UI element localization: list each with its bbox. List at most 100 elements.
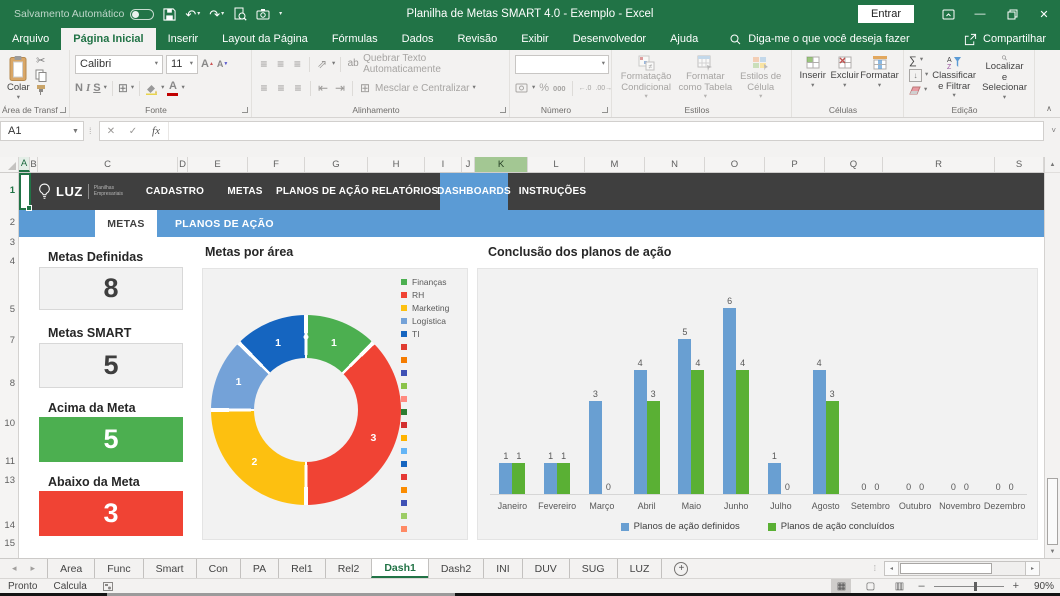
insert-function-button[interactable]: fx	[144, 125, 168, 137]
save-button[interactable]	[163, 8, 176, 21]
conditional-formatting-button[interactable]: ≠ Formatação Condicional▾	[617, 54, 675, 102]
formula-input[interactable]	[168, 122, 1043, 140]
cut-button[interactable]: ✂	[35, 56, 47, 67]
align-top-button[interactable]: ≡	[257, 58, 271, 70]
scroll-left-arrow-icon[interactable]: ◂	[884, 561, 899, 576]
column-header-i[interactable]: I	[425, 157, 462, 172]
clipboard-dialog-launcher[interactable]	[60, 107, 66, 113]
column-header-f[interactable]: F	[248, 157, 305, 172]
alignment-dialog-launcher[interactable]	[500, 107, 506, 113]
align-center-button[interactable]: ≡	[274, 82, 288, 94]
row-header-4[interactable]: 4	[10, 256, 15, 267]
accounting-format-button[interactable]	[515, 83, 528, 93]
menu-tab-revis-o[interactable]: Revisão	[445, 28, 509, 50]
decrease-decimal-button[interactable]: .00→	[595, 85, 612, 92]
sheet-tab-sug[interactable]: SUG	[569, 559, 617, 578]
tell-me-search[interactable]: Diga-me o que você deseja fazer	[730, 28, 909, 50]
selected-cell-a1[interactable]	[19, 173, 31, 210]
format-as-table-button[interactable]: Formatar como Tabela▾	[676, 54, 734, 102]
font-size-select[interactable]: 11▾	[166, 55, 198, 74]
normal-view-button[interactable]: ▦	[831, 579, 851, 593]
format-painter-button[interactable]	[35, 84, 47, 96]
column-header-l[interactable]: L	[528, 157, 585, 172]
column-header-h[interactable]: H	[368, 157, 425, 172]
donut-chart[interactable]: FinançasRHMarketingLogísticaTI 13211	[202, 268, 468, 540]
macro-record-button[interactable]	[103, 582, 113, 591]
scroll-up-arrow-icon[interactable]: ▲	[1045, 157, 1060, 173]
bar-defined[interactable]	[589, 401, 602, 494]
bold-button[interactable]: N	[75, 83, 83, 94]
subtab-planos-de-acao[interactable]: PLANOS DE AÇÃO	[157, 210, 292, 237]
font-color-button[interactable]: A	[167, 81, 178, 96]
orientation-button[interactable]: ⇗	[315, 58, 329, 70]
bar-defined[interactable]	[723, 308, 736, 494]
menu-tab-f-rmulas[interactable]: Fórmulas	[320, 28, 390, 50]
clear-button[interactable]	[909, 86, 921, 95]
find-select-button[interactable]: Localizar e Selecionar▾	[980, 54, 1029, 102]
comma-style-button[interactable]: 000	[553, 84, 566, 93]
select-all-corner[interactable]	[0, 157, 19, 172]
nav-item-relat-rios[interactable]: RELATÓRIOS	[370, 173, 440, 210]
number-dialog-launcher[interactable]	[602, 107, 608, 113]
close-button[interactable]: ✕	[1028, 0, 1060, 28]
font-name-select[interactable]: Calibri▾	[75, 55, 163, 74]
restore-button[interactable]	[996, 0, 1028, 28]
number-format-select[interactable]: ▾	[515, 55, 609, 74]
menu-tab-ajuda[interactable]: Ajuda	[658, 28, 710, 50]
shrink-font-button[interactable]: A▼	[217, 60, 228, 69]
sheet-tab-pa[interactable]: PA	[240, 559, 278, 578]
bar-concluded[interactable]	[736, 370, 749, 494]
column-header-a[interactable]: A	[19, 157, 30, 172]
next-sheet-button[interactable]: ▸	[31, 563, 36, 574]
fill-button[interactable]: ↓	[909, 69, 922, 82]
align-middle-button[interactable]: ≡	[274, 58, 288, 70]
redo-button[interactable]: ↷▾	[209, 8, 224, 21]
row-header-7[interactable]: 7	[10, 335, 15, 346]
share-button[interactable]: Compartilhar	[964, 28, 1060, 50]
print-preview-button[interactable]	[233, 7, 247, 21]
row-header-2[interactable]: 2	[10, 217, 15, 228]
horizontal-scrollbar-thumb[interactable]	[900, 563, 992, 574]
row-header-5[interactable]: 5	[10, 304, 15, 315]
camera-button[interactable]	[256, 8, 270, 20]
column-header-e[interactable]: E	[188, 157, 248, 172]
wrap-text-button[interactable]: Quebrar Texto Automaticamente	[363, 53, 504, 75]
borders-button[interactable]: ⊞	[118, 82, 128, 94]
nav-item-instru-es[interactable]: INSTRUÇÕES	[508, 173, 597, 210]
fill-color-button[interactable]	[145, 82, 158, 95]
page-layout-view-button[interactable]: ▢	[860, 579, 880, 593]
bar-concluded[interactable]	[691, 370, 704, 494]
bar-defined[interactable]	[813, 370, 826, 494]
nav-item-cadastro[interactable]: CADASTRO	[135, 173, 215, 210]
increase-indent-button[interactable]: ⇥	[333, 82, 347, 94]
bar-concluded[interactable]	[512, 463, 525, 494]
zoom-in-button[interactable]: +	[1013, 581, 1019, 592]
column-header-s[interactable]: S	[995, 157, 1044, 172]
delete-cells-button[interactable]: Excluir▾	[828, 54, 861, 102]
name-box[interactable]: A1 ▼	[0, 121, 84, 141]
subtab-metas[interactable]: METAS	[95, 210, 157, 237]
copy-button[interactable]	[35, 69, 47, 82]
column-header-p[interactable]: P	[765, 157, 825, 172]
row-header-14[interactable]: 14	[4, 520, 15, 531]
bar-defined[interactable]	[544, 463, 557, 494]
align-right-button[interactable]: ≡	[291, 82, 305, 94]
align-left-button[interactable]: ≡	[257, 82, 271, 94]
paste-button[interactable]: Colar ▾	[5, 54, 32, 102]
insert-cells-button[interactable]: Inserir▾	[797, 54, 828, 102]
sheet-tab-ini[interactable]: INI	[483, 559, 521, 578]
menu-tab-exibir[interactable]: Exibir	[509, 28, 561, 50]
menu-tab-arquivo[interactable]: Arquivo	[0, 28, 61, 50]
customize-qat-button[interactable]: ▾	[279, 11, 282, 17]
page-break-view-button[interactable]: ▥	[889, 579, 909, 593]
nav-item-planos-de-a-o[interactable]: PLANOS DE AÇÃO	[275, 173, 370, 210]
grow-font-button[interactable]: A▲	[201, 59, 214, 70]
row-header-15[interactable]: 15	[4, 538, 15, 549]
vertical-scrollbar-thumb[interactable]	[1047, 478, 1058, 545]
enter-formula-button[interactable]: ✓	[122, 126, 144, 137]
worksheet[interactable]: 12345781011131415 LUZ Planilhas Empresar…	[0, 173, 1044, 558]
row-header-8[interactable]: 8	[10, 378, 15, 389]
row-header-1[interactable]: 1	[10, 185, 15, 196]
sheet-tab-luz[interactable]: LUZ	[617, 559, 663, 578]
sheet-tab-dash1[interactable]: Dash1	[371, 559, 428, 578]
